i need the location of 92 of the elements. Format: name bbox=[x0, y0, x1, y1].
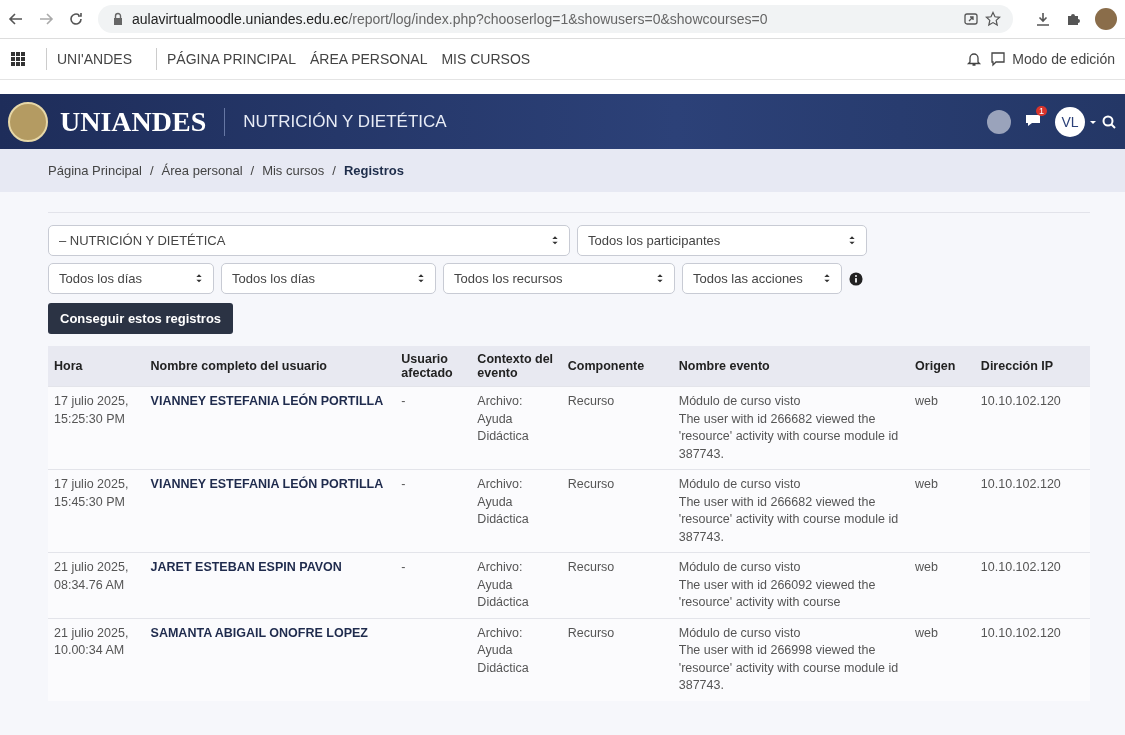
address-bar[interactable]: aulavirtualmoodle.uniandes.edu.ec/report/log/index.php?chooserlog=1&showusers=0&showcourses=0 bbox=[98, 5, 1013, 33]
dropdown-select[interactable]: Todos las acciones bbox=[682, 263, 842, 294]
column-header[interactable]: Usuario afectado bbox=[395, 346, 472, 387]
updown-arrow-icon bbox=[823, 273, 831, 284]
time-cell-text: 15:45:30 PM bbox=[54, 493, 126, 511]
event-name: Módulo de curso visto bbox=[678, 393, 802, 410]
user-avatar[interactable]: VL bbox=[1055, 106, 1085, 137]
context-link[interactable]: Archivo: Ayuda Didáctica bbox=[477, 476, 556, 529]
table-cell: Recurso bbox=[567, 394, 615, 408]
dropdown-select[interactable]: Todos los participantes bbox=[577, 225, 867, 256]
table-cell: web bbox=[915, 394, 939, 408]
table-cell: - bbox=[401, 394, 406, 408]
event-description: The user with id 266092 viewed the 'resource' activity with course bbox=[678, 576, 877, 611]
time-cell-text: 21 julio 2025, bbox=[54, 624, 130, 642]
seal-logo-icon bbox=[8, 101, 48, 142]
user-name-link[interactable]: SAMANTA ABIGAIL ONOFRE LOPEZ bbox=[150, 624, 390, 642]
chat-bubble-icon[interactable] bbox=[990, 51, 1007, 67]
table-cell: Recurso bbox=[567, 477, 615, 491]
profile-picture[interactable] bbox=[1095, 8, 1117, 30]
table-cell: web bbox=[915, 560, 939, 574]
time-cell-text: 17 julio 2025, bbox=[54, 393, 130, 410]
grid-menu-icon[interactable] bbox=[10, 51, 26, 67]
site-brand-link[interactable]: UNI'ANDES bbox=[57, 51, 133, 67]
time-cell-text: 21 julio 2025, bbox=[54, 559, 130, 576]
event-description: The user with id 266682 viewed the 'resource' activity with course module id 387743. bbox=[678, 493, 900, 546]
column-header[interactable]: Dirección IP bbox=[974, 346, 1090, 387]
nav-link[interactable]: MIS CURSOS bbox=[441, 51, 531, 67]
back-arrow-icon[interactable] bbox=[8, 11, 24, 27]
breadcrumb-separator: / bbox=[250, 163, 255, 178]
event-name: Módulo de curso visto bbox=[678, 476, 802, 493]
event-description: The user with id 266998 viewed the 'resource' activity with course module id 387743. bbox=[678, 642, 900, 694]
column-header[interactable]: Nombre completo del usuario bbox=[144, 346, 396, 387]
info-icon bbox=[849, 271, 863, 286]
column-header[interactable]: Nombre evento bbox=[672, 346, 910, 387]
dropdown-select[interactable]: Todos los días bbox=[221, 263, 436, 294]
dropdown-select[interactable]: – NUTRICIÓN Y DIETÉTICA bbox=[48, 225, 570, 256]
course-title[interactable]: NUTRICIÓN Y DIETÉTICA bbox=[243, 111, 447, 132]
table-cell: 10.10.102.120 bbox=[980, 560, 1061, 574]
puzzle-icon[interactable] bbox=[1065, 11, 1081, 27]
nav-link[interactable]: ÁREA PERSONAL bbox=[309, 51, 428, 67]
context-link[interactable]: Archivo: Ayuda Didáctica bbox=[477, 393, 556, 446]
time-cell-text: 15:25:30 PM bbox=[54, 410, 126, 428]
table-cell: web bbox=[915, 625, 939, 640]
download-icon[interactable] bbox=[1035, 11, 1051, 27]
context-link[interactable]: Archivo: Ayuda Didáctica bbox=[477, 559, 556, 612]
column-header[interactable]: Componente bbox=[561, 346, 673, 387]
notification-badge: 1 bbox=[1036, 105, 1047, 116]
updown-arrow-icon bbox=[195, 273, 203, 284]
table-cell: - bbox=[401, 560, 406, 574]
breadcrumb-item[interactable]: Página Principal bbox=[48, 163, 142, 178]
table-cell: 10.10.102.120 bbox=[980, 625, 1061, 640]
edit-mode-label: Modo de edición bbox=[1012, 51, 1115, 67]
breadcrumb-item[interactable]: Mis cursos bbox=[262, 163, 325, 178]
table-cell: 10.10.102.120 bbox=[980, 394, 1061, 408]
updown-arrow-icon bbox=[656, 273, 664, 284]
table-cell: - bbox=[401, 477, 406, 491]
table-cell: Recurso bbox=[567, 560, 615, 574]
user-name-link[interactable]: JARET ESTEBAN ESPIN PAVON bbox=[150, 559, 390, 577]
event-description: The user with id 266682 viewed the 'resource' activity with course module id 387743. bbox=[678, 410, 900, 463]
breadcrumb-separator: / bbox=[149, 163, 154, 178]
user-name-link[interactable]: VIANNEY ESTEFANIA LEÓN PORTILLA bbox=[150, 476, 390, 494]
star-icon[interactable] bbox=[985, 11, 1001, 27]
event-name: Módulo de curso visto bbox=[678, 559, 802, 576]
table-cell: Recurso bbox=[567, 625, 615, 640]
dropdown-select[interactable]: Todos los recursos bbox=[443, 263, 675, 294]
context-link[interactable]: Archivo: Ayuda Didáctica bbox=[477, 624, 556, 677]
column-header[interactable]: Origen bbox=[909, 346, 975, 387]
time-cell-text: 17 julio 2025, bbox=[54, 476, 130, 493]
table-cell: 10.10.102.120 bbox=[980, 477, 1061, 491]
column-header[interactable]: Hora bbox=[48, 346, 145, 387]
share-icon[interactable] bbox=[963, 11, 979, 27]
column-header[interactable]: Contexto del evento bbox=[471, 346, 562, 387]
url-text: aulavirtualmoodle.uniandes.edu.ec/report/log/index.php?chooserlog=1&showusers=0&showcourses=0 bbox=[132, 11, 768, 27]
breadcrumb-item[interactable]: Área personal bbox=[161, 163, 243, 178]
breadcrumb-separator: / bbox=[332, 163, 336, 178]
nav-link[interactable]: PÁGINA PRINCIPAL bbox=[167, 51, 296, 67]
reload-icon[interactable] bbox=[68, 11, 84, 27]
dropdown-select[interactable]: Todos los días bbox=[48, 263, 214, 294]
submit-button[interactable]: Conseguir estos registros bbox=[48, 303, 234, 334]
event-name: Módulo de curso visto bbox=[678, 624, 802, 642]
status-circle-icon bbox=[987, 109, 1011, 134]
updown-arrow-icon bbox=[551, 235, 559, 246]
site-logo-text: UNIANDES bbox=[60, 105, 207, 138]
user-name-link[interactable]: VIANNEY ESTEFANIA LEÓN PORTILLA bbox=[150, 393, 390, 411]
updown-arrow-icon bbox=[848, 235, 856, 246]
time-cell-text: 08:34.76 AM bbox=[54, 576, 126, 594]
table-cell: web bbox=[915, 477, 939, 491]
updown-arrow-icon bbox=[417, 273, 425, 284]
search-icon[interactable] bbox=[1101, 113, 1117, 130]
bell-icon[interactable] bbox=[966, 51, 983, 67]
breadcrumb-item[interactable]: Registros bbox=[343, 163, 404, 178]
time-cell-text: 10.00:34 AM bbox=[54, 642, 126, 659]
